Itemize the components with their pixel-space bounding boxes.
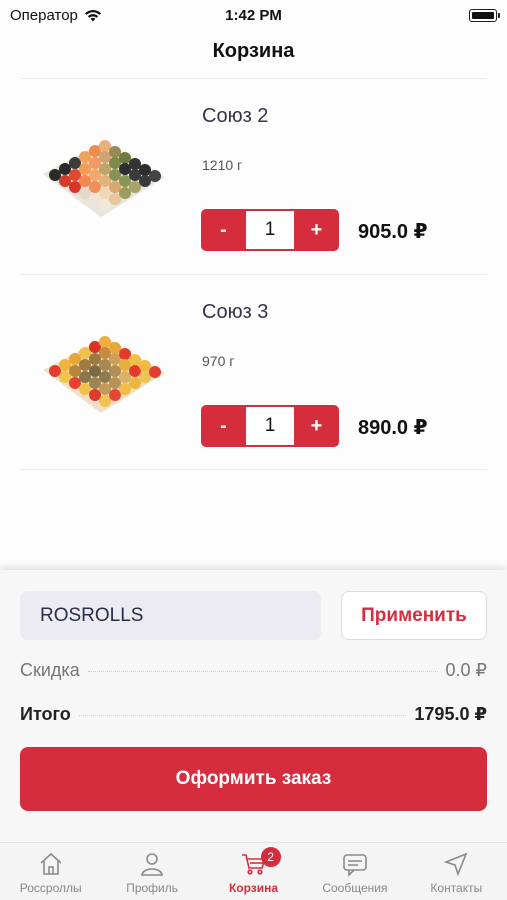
discount-row: Скидка 0.0 ₽: [20, 660, 487, 681]
discount-value: 0.0 ₽: [445, 660, 487, 680]
product-name: Союз 2: [202, 105, 269, 127]
tab-label: Сообщения: [322, 881, 388, 895]
tab-bar: Россроллы Профиль Корзина 2 Сообщения Ко…: [0, 842, 507, 900]
messages-icon: [343, 854, 367, 877]
battery-icon: [469, 8, 500, 22]
status-bar: Оператор 1:42 PM: [0, 0, 507, 30]
total-value: 1795.0 ₽: [414, 704, 487, 724]
increase-button[interactable]: +: [294, 209, 339, 251]
cart-item: Союз 3 970 г - 1 + 890.0 ₽: [20, 274, 487, 470]
tab-home[interactable]: Россроллы: [0, 843, 101, 900]
tab-label: Профиль: [126, 881, 179, 895]
product-weight: 1210 г: [202, 157, 243, 173]
quantity-stepper: - 1 +: [201, 209, 339, 251]
tab-label: Контакты: [430, 881, 483, 895]
total-label: Итого: [20, 704, 71, 724]
quantity-value[interactable]: 1: [246, 407, 294, 445]
product-image: [43, 336, 165, 413]
product-name: Союз 3: [202, 301, 269, 323]
wifi-icon: [84, 9, 101, 21]
product-price: 905.0 ₽: [358, 221, 428, 243]
carrier-label: Оператор: [10, 6, 78, 24]
cart-count-badge: 2: [260, 847, 281, 867]
product-weight: 970 г: [202, 353, 235, 369]
cart-item: Союз 2 1210 г - 1 + 905.0 ₽: [20, 78, 487, 274]
tab-messages[interactable]: Сообщения: [304, 843, 405, 900]
decrease-button[interactable]: -: [201, 405, 246, 447]
quantity-value[interactable]: 1: [246, 211, 294, 249]
dotted-leader: [87, 671, 438, 672]
location-arrow-icon: [444, 852, 468, 877]
profile-icon: [141, 853, 164, 876]
tab-contacts[interactable]: Контакты: [406, 843, 507, 900]
order-summary-panel: Применить Скидка 0.0 ₽ Итого 1795.0 ₽ Оф…: [0, 570, 507, 842]
tab-label: Россроллы: [19, 881, 82, 895]
product-image: [43, 140, 165, 217]
tab-label: Корзина: [228, 881, 279, 895]
decrease-button[interactable]: -: [201, 209, 246, 251]
quantity-stepper: - 1 +: [201, 405, 339, 447]
home-icon: [40, 852, 62, 875]
list-divider: [20, 469, 487, 470]
tab-cart[interactable]: Корзина 2: [203, 843, 304, 900]
total-row: Итого 1795.0 ₽: [20, 704, 487, 725]
product-price: 890.0 ₽: [358, 417, 428, 439]
page-title: Корзина: [212, 40, 295, 62]
increase-button[interactable]: +: [294, 405, 339, 447]
apply-promo-button[interactable]: Применить: [341, 591, 487, 640]
promo-code-input[interactable]: [20, 591, 321, 640]
place-order-button[interactable]: Оформить заказ: [20, 747, 487, 811]
tab-profile[interactable]: Профиль: [101, 843, 202, 900]
discount-label: Скидка: [20, 660, 80, 680]
dotted-leader: [78, 715, 407, 716]
